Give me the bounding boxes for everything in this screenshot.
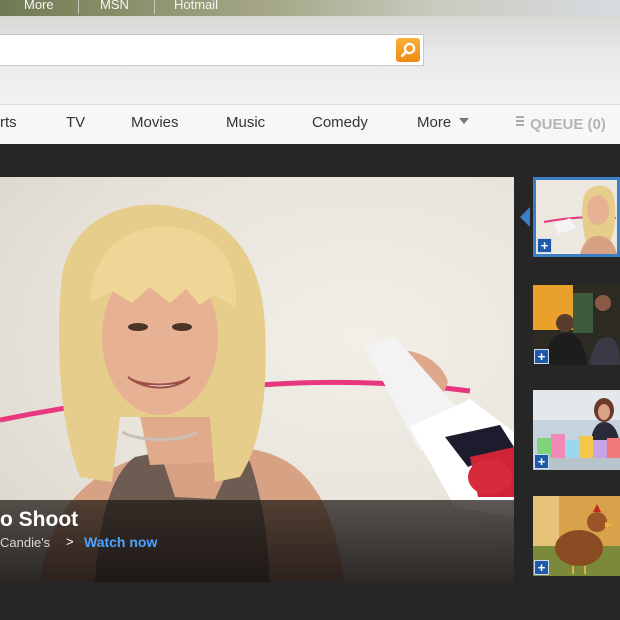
thumbnail-1[interactable]: + bbox=[533, 177, 620, 257]
watch-now-link[interactable]: Watch now bbox=[84, 534, 157, 550]
category-nav: rts TV Movies Music Comedy More QUEUE (0… bbox=[0, 104, 620, 144]
top-separator bbox=[78, 0, 79, 14]
featured-subtitle: Candie's bbox=[0, 535, 51, 550]
queue-button[interactable]: QUEUE (0) bbox=[516, 114, 606, 133]
search-input[interactable] bbox=[4, 36, 388, 66]
top-link-more[interactable]: More bbox=[24, 0, 54, 12]
top-link-hotmail[interactable]: Hotmail bbox=[174, 0, 218, 12]
watch-arrow: > bbox=[66, 534, 74, 549]
thumbnail-3[interactable]: + bbox=[533, 390, 620, 470]
queue-list-icon bbox=[516, 114, 524, 128]
top-link-msn[interactable]: MSN bbox=[100, 0, 129, 12]
nav-item-movies[interactable]: Movies bbox=[131, 114, 179, 131]
nav-more-label: More bbox=[417, 114, 452, 131]
add-to-queue-button[interactable]: + bbox=[537, 238, 552, 253]
active-thumbnail-pointer bbox=[520, 207, 530, 227]
add-to-queue-button[interactable]: + bbox=[534, 560, 549, 575]
search-button[interactable] bbox=[396, 38, 420, 62]
thumbnail-2[interactable]: + bbox=[533, 285, 620, 365]
nav-item-music[interactable]: Music bbox=[226, 114, 265, 131]
search-box bbox=[0, 34, 424, 66]
nav-item-sports[interactable]: rts bbox=[0, 114, 17, 131]
nav-item-tv[interactable]: TV bbox=[66, 114, 85, 131]
chevron-down-icon bbox=[459, 118, 470, 124]
add-to-queue-button[interactable]: + bbox=[534, 454, 549, 469]
top-separator bbox=[154, 0, 155, 14]
thumbnail-4[interactable]: + bbox=[533, 496, 620, 576]
nav-item-more[interactable]: More bbox=[417, 114, 470, 131]
add-to-queue-button[interactable]: + bbox=[534, 349, 549, 364]
featured-title: o Shoot bbox=[0, 508, 79, 531]
featured-caption: o Shoot Candie's > Watch now bbox=[0, 500, 514, 582]
search-area bbox=[0, 16, 620, 104]
queue-label: QUEUE (0) bbox=[530, 116, 606, 133]
search-icon bbox=[400, 42, 416, 58]
nav-item-comedy[interactable]: Comedy bbox=[312, 114, 368, 131]
top-bar: More MSN Hotmail bbox=[0, 0, 620, 16]
